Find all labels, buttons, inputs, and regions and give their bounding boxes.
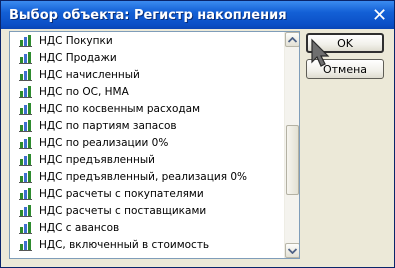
arrow-up-icon [288,36,297,43]
cancel-button[interactable]: Отмена [306,59,384,79]
list-item-label: НДС Продажи [39,51,117,64]
register-icon [19,52,32,64]
title-bar[interactable]: Выбор объекта: Регистр накопления ✕ [1,1,394,29]
list-item[interactable]: НДС по партиям запасов [10,117,285,134]
scroll-thumb[interactable] [286,125,299,195]
list-item-label: НДС, включенный в стоимость [39,238,210,251]
scroll-down-button[interactable] [285,243,299,258]
list-item-label: НДС расчеты с поставщиками [39,204,207,217]
dialog-window: Выбор объекта: Регистр накопления ✕ НДС … [0,0,395,268]
register-icon [19,171,32,183]
close-button[interactable]: ✕ [369,5,390,26]
list-item[interactable]: НДС предъявленный [10,151,285,168]
list-item[interactable]: НДС начисленный [10,66,285,83]
object-list-box[interactable]: НДС Покупки НДС Продажи НДС начисленный НДС… [9,31,300,259]
list-item-label: НДС расчеты с покупателями [39,187,204,200]
list-item[interactable]: НДС с авансов [10,219,285,236]
list-item-label: НДС предъявленный, реализация 0% [39,170,248,183]
list-item-label: НДС с авансов [39,221,120,234]
register-icon [19,35,32,47]
list-item[interactable]: НДС по ОС, НМА [10,83,285,100]
list-item[interactable]: НДС по косвенным расходам [10,100,285,117]
list-item[interactable]: НДС Продажи [10,49,285,66]
list-item-label: НДС начисленный [39,68,140,81]
list-item-label: НДС по косвенным расходам [39,102,200,115]
window-title: Выбор объекта: Регистр накопления [9,7,287,23]
list-item[interactable]: НДС по реализации 0% [10,134,285,151]
list-item-label: НДС предъявленный [39,153,155,166]
list-item[interactable]: НДС расчеты с поставщиками [10,202,285,219]
register-icon [19,86,32,98]
list-item[interactable]: НДС предъявленный, реализация 0% [10,168,285,185]
scroll-up-button[interactable] [285,32,299,47]
object-list[interactable]: НДС Покупки НДС Продажи НДС начисленный НДС… [10,32,285,258]
register-icon [19,120,32,132]
register-icon [19,205,32,217]
register-icon [19,154,32,166]
register-icon [19,222,32,234]
list-item[interactable]: НДС, включенный в стоимость [10,236,285,253]
register-icon [19,103,32,115]
register-icon [19,188,32,200]
ok-button[interactable]: OK [306,33,384,53]
arrow-down-icon [288,247,297,254]
list-item-label: НДС по партиям запасов [39,119,177,132]
list-item[interactable]: НДС Покупки [10,32,285,49]
list-item-label: НДС Покупки [39,34,113,47]
list-item[interactable]: НДС расчеты с покупателями [10,185,285,202]
vertical-scrollbar[interactable] [284,32,299,258]
list-item-label: НДС по ОС, НМА [39,85,129,98]
register-icon [19,137,32,149]
close-icon: ✕ [371,5,388,26]
register-icon [19,239,32,251]
register-icon [19,69,32,81]
list-item-label: НДС по реализации 0% [39,136,169,149]
